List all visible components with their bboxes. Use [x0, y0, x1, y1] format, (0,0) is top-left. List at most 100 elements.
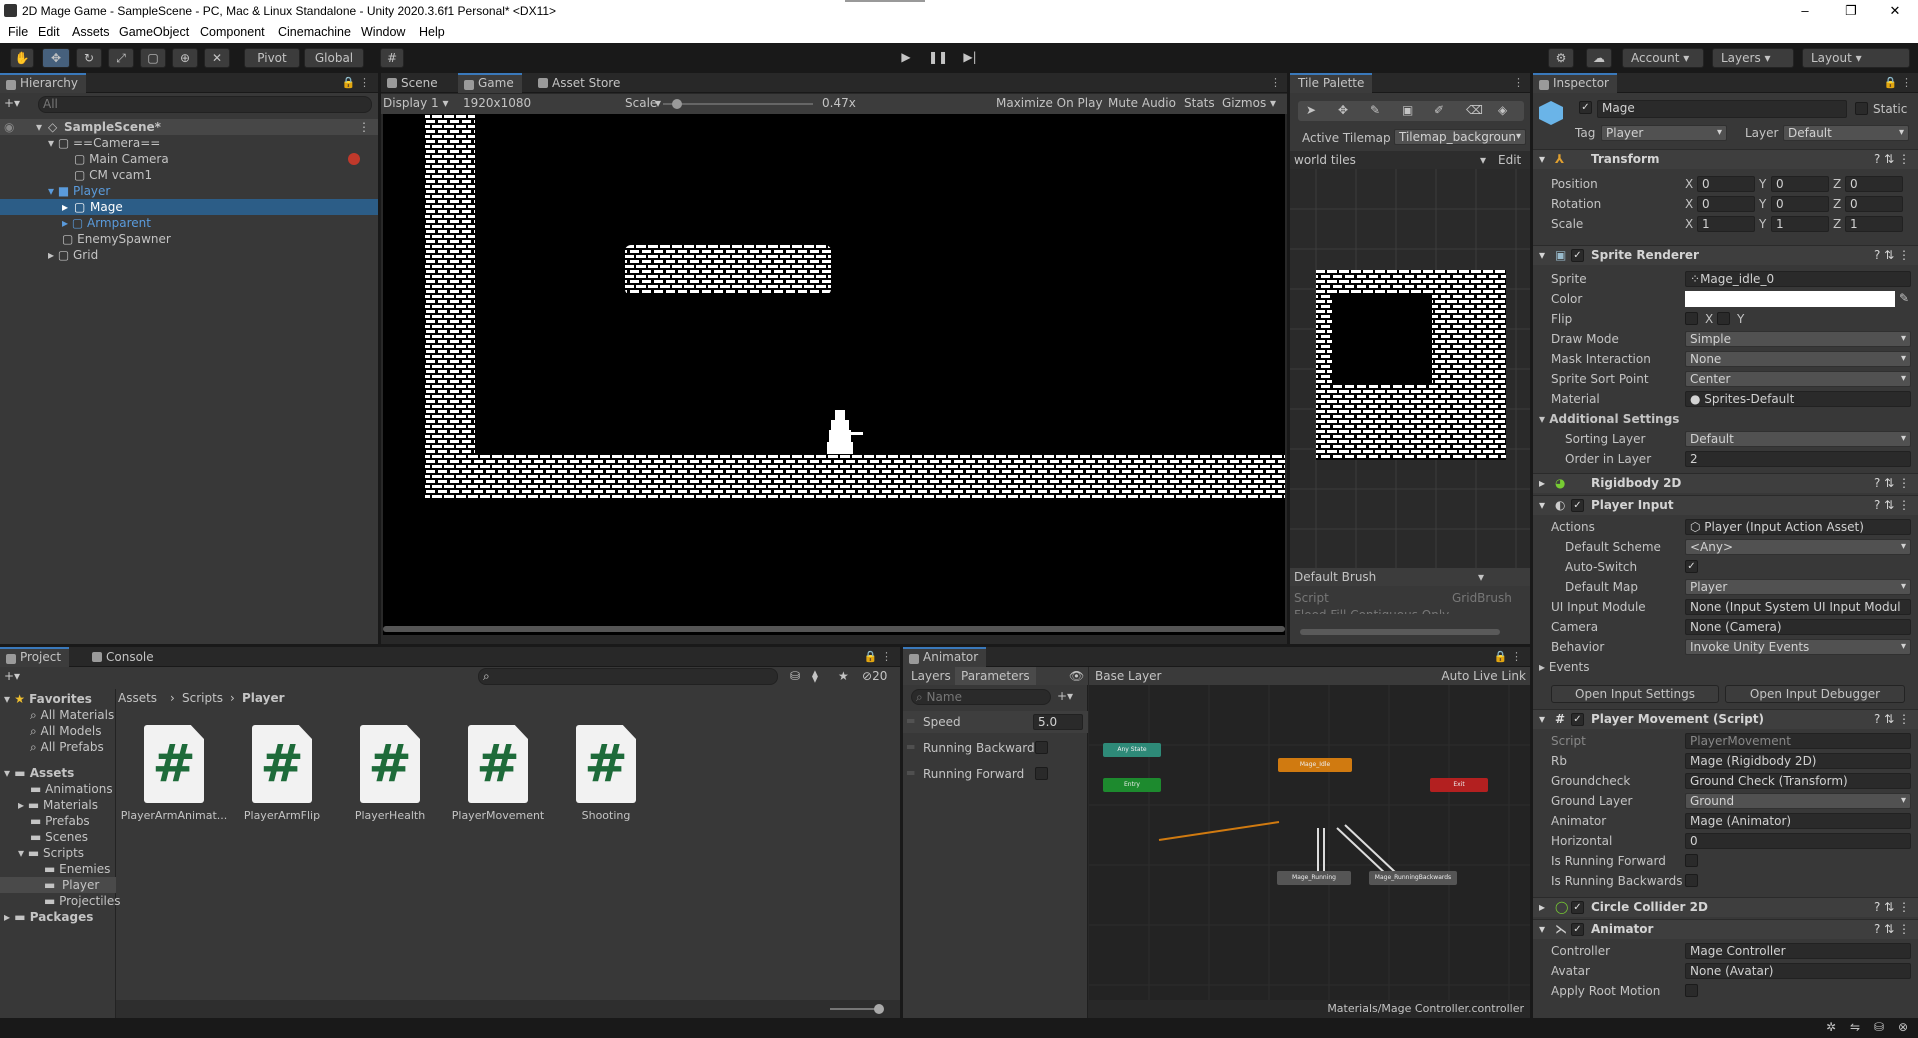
icon-size-slider-knob[interactable]	[874, 1004, 884, 1014]
transform-rotation-x-input[interactable]: 0	[1697, 196, 1755, 212]
component-menu-icon[interactable]: ? ⇅ ⋮	[1874, 898, 1910, 917]
avatar-field[interactable]: None (Avatar)	[1685, 963, 1911, 979]
pivot-toggle[interactable]: Pivot	[244, 48, 300, 68]
draw-mode-dropdown[interactable]: Simple	[1685, 331, 1911, 347]
menu-file[interactable]: File	[8, 25, 28, 39]
expand-icon[interactable]: ▸	[62, 216, 72, 230]
expand-icon[interactable]: ▸	[48, 248, 58, 262]
transform-header[interactable]: ▾ ⅄ Transform ? ⇅ ⋮	[1533, 149, 1918, 169]
play-icon[interactable]: ▶	[892, 48, 920, 68]
menu-cinemachine[interactable]: Cinemachine	[278, 25, 351, 39]
animator-enabled-checkbox[interactable]: ✓	[1571, 923, 1584, 936]
component-menu-icon[interactable]: ? ⇅ ⋮	[1874, 920, 1910, 939]
drag-handle-icon[interactable]: ═	[907, 714, 914, 728]
folder-prefabs[interactable]: ▬ Prefabs	[30, 813, 90, 829]
expand-icon[interactable]: ▾	[4, 766, 14, 780]
hidden-count-icon[interactable]: ⊘20	[862, 669, 887, 683]
sorting-layer-dropdown[interactable]: Default	[1685, 431, 1911, 447]
folder-projectiles[interactable]: ▬ Projectiles	[44, 893, 121, 909]
rb-field[interactable]: Mage (Rigidbody 2D)	[1685, 753, 1911, 769]
rotate-tool-icon[interactable]: ↻	[76, 48, 102, 68]
flip-y-checkbox[interactable]	[1717, 312, 1730, 325]
packages-folder[interactable]: ▸ ▬ Packages	[4, 909, 93, 925]
tab-tile-palette[interactable]: Tile Palette	[1290, 73, 1373, 93]
tile-palette-menu-icon[interactable]: ⋮	[1513, 76, 1524, 89]
camera-field[interactable]: None (Camera)	[1685, 619, 1911, 635]
add-icon[interactable]: +▾	[4, 96, 20, 110]
player-input-header[interactable]: ▾ ◐ ✓ Player Input ? ⇅ ⋮	[1533, 495, 1918, 515]
component-menu-icon[interactable]: ? ⇅ ⋮	[1874, 474, 1910, 493]
stats-toggle[interactable]: Stats	[1184, 96, 1215, 110]
minimize-icon[interactable]: –	[1782, 0, 1828, 22]
game-view-menu-icon[interactable]: ⋮	[1270, 76, 1281, 89]
open-input-debugger-button[interactable]: Open Input Debugger	[1725, 685, 1905, 703]
object-name-input[interactable]: Mage	[1597, 100, 1847, 118]
scene-menu-icon[interactable]: ⋮	[358, 119, 370, 135]
tab-layers[interactable]: Layers	[911, 669, 951, 683]
open-input-settings-button[interactable]: Open Input Settings	[1551, 685, 1719, 703]
scale-tool-icon[interactable]: ⤢	[108, 48, 134, 68]
default-scheme-dropdown[interactable]: <Any>	[1685, 539, 1911, 555]
base-layer-breadcrumb[interactable]: Base Layer	[1095, 669, 1162, 683]
is-running-backwards-checkbox[interactable]	[1685, 874, 1698, 887]
scene-row[interactable]: ◉ ▾ ◇ SampleScene* ⋮	[0, 119, 378, 135]
behavior-dropdown[interactable]: Invoke Unity Events	[1685, 639, 1911, 655]
folder-scripts[interactable]: ▾ ▬ Scripts	[18, 845, 84, 861]
hierarchy-item-armparent[interactable]: ▸ ▢ Armparent	[62, 215, 151, 231]
events-foldout[interactable]: ▸ Events	[1539, 660, 1589, 674]
parameter-search-input[interactable]: ⌕ Name	[911, 689, 1051, 705]
add-parameter-icon[interactable]: +▾	[1057, 689, 1073, 703]
default-map-dropdown[interactable]: Player	[1685, 579, 1911, 595]
circle-collider-enabled-checkbox[interactable]: ✓	[1571, 901, 1584, 914]
auto-switch-checkbox[interactable]: ✓	[1685, 560, 1698, 573]
component-menu-icon[interactable]: ? ⇅ ⋮	[1874, 150, 1910, 169]
auto-live-link-button[interactable]: Auto Live Link	[1441, 669, 1526, 683]
breadcrumb-player[interactable]: Player	[242, 691, 285, 705]
animator-menu-icon[interactable]: 🔒 ⋮	[1494, 650, 1522, 663]
groundcheck-field[interactable]: Ground Check (Transform)	[1685, 773, 1911, 789]
scale-slider[interactable]	[663, 99, 813, 109]
favorite-star-icon[interactable]: ★	[838, 669, 849, 683]
asset-shooting[interactable]: # Shooting	[564, 725, 636, 822]
expand-icon[interactable]: ▾	[48, 136, 58, 150]
inspector-menu-icon[interactable]: 🔒 ⋮	[1884, 76, 1912, 89]
expand-icon[interactable]: ▾	[36, 119, 42, 135]
tab-project[interactable]: Project	[0, 647, 70, 667]
custom-tool-icon[interactable]: ✕	[204, 48, 230, 68]
project-add-icon[interactable]: +▾	[4, 669, 20, 683]
hierarchy-item-grid[interactable]: ▸ ▢ Grid	[48, 247, 98, 263]
hierarchy-item-enemyspawner[interactable]: ▢ EnemySpawner	[62, 231, 171, 247]
asset-playermovement[interactable]: # PlayerMovement	[452, 725, 544, 822]
maximize-icon[interactable]: ❐	[1828, 0, 1874, 22]
apply-root-motion-checkbox[interactable]	[1685, 984, 1698, 997]
hand-tool-icon[interactable]: ✋	[10, 48, 34, 68]
hierarchy-item-mage[interactable]: ▸ ▢ Mage	[0, 199, 378, 215]
actions-field[interactable]: ⬡ Player (Input Action Asset)	[1685, 519, 1911, 535]
fill-icon[interactable]: ◈	[1498, 103, 1507, 117]
fold-icon[interactable]: ▾	[1539, 150, 1545, 169]
parameter-running-backward[interactable]: ═ Running Backward	[903, 737, 1088, 759]
folder-player[interactable]: ▬ Player	[0, 877, 116, 893]
menu-help[interactable]: Help	[419, 25, 445, 39]
mask-interaction-dropdown[interactable]: None	[1685, 351, 1911, 367]
sprite-renderer-enabled-checkbox[interactable]: ✓	[1571, 249, 1584, 262]
brush-dropdown-arrow-icon[interactable]: ▾	[1478, 570, 1484, 584]
fold-icon[interactable]: ▸	[1539, 474, 1545, 493]
expand-icon[interactable]: ▸	[62, 199, 68, 215]
animator-graph[interactable]	[1089, 685, 1530, 1000]
project-menu-icon[interactable]: 🔒 ⋮	[864, 650, 892, 663]
transform-position-z-input[interactable]: 0	[1845, 176, 1903, 192]
cloud-icon[interactable]: ☁	[1586, 48, 1612, 68]
material-field[interactable]: ● Sprites-Default	[1685, 391, 1911, 407]
folder-animations[interactable]: ▬ Animations	[30, 781, 113, 797]
filter-type-icon[interactable]: ⛁	[790, 669, 800, 683]
static-checkbox[interactable]	[1855, 102, 1868, 115]
palette-edit-button[interactable]: Edit	[1498, 153, 1521, 167]
expand-icon[interactable]: ▾	[4, 692, 14, 706]
breadcrumb-scripts[interactable]: Scripts	[182, 691, 223, 705]
game-view-scrollbar[interactable]	[383, 626, 1285, 632]
tab-asset-store[interactable]: Asset Store	[532, 73, 628, 93]
state-exit[interactable]: Exit	[1430, 778, 1488, 792]
cache-icon[interactable]: ⛁	[1874, 1020, 1884, 1034]
transform-scale-z-input[interactable]: 1	[1845, 216, 1903, 232]
